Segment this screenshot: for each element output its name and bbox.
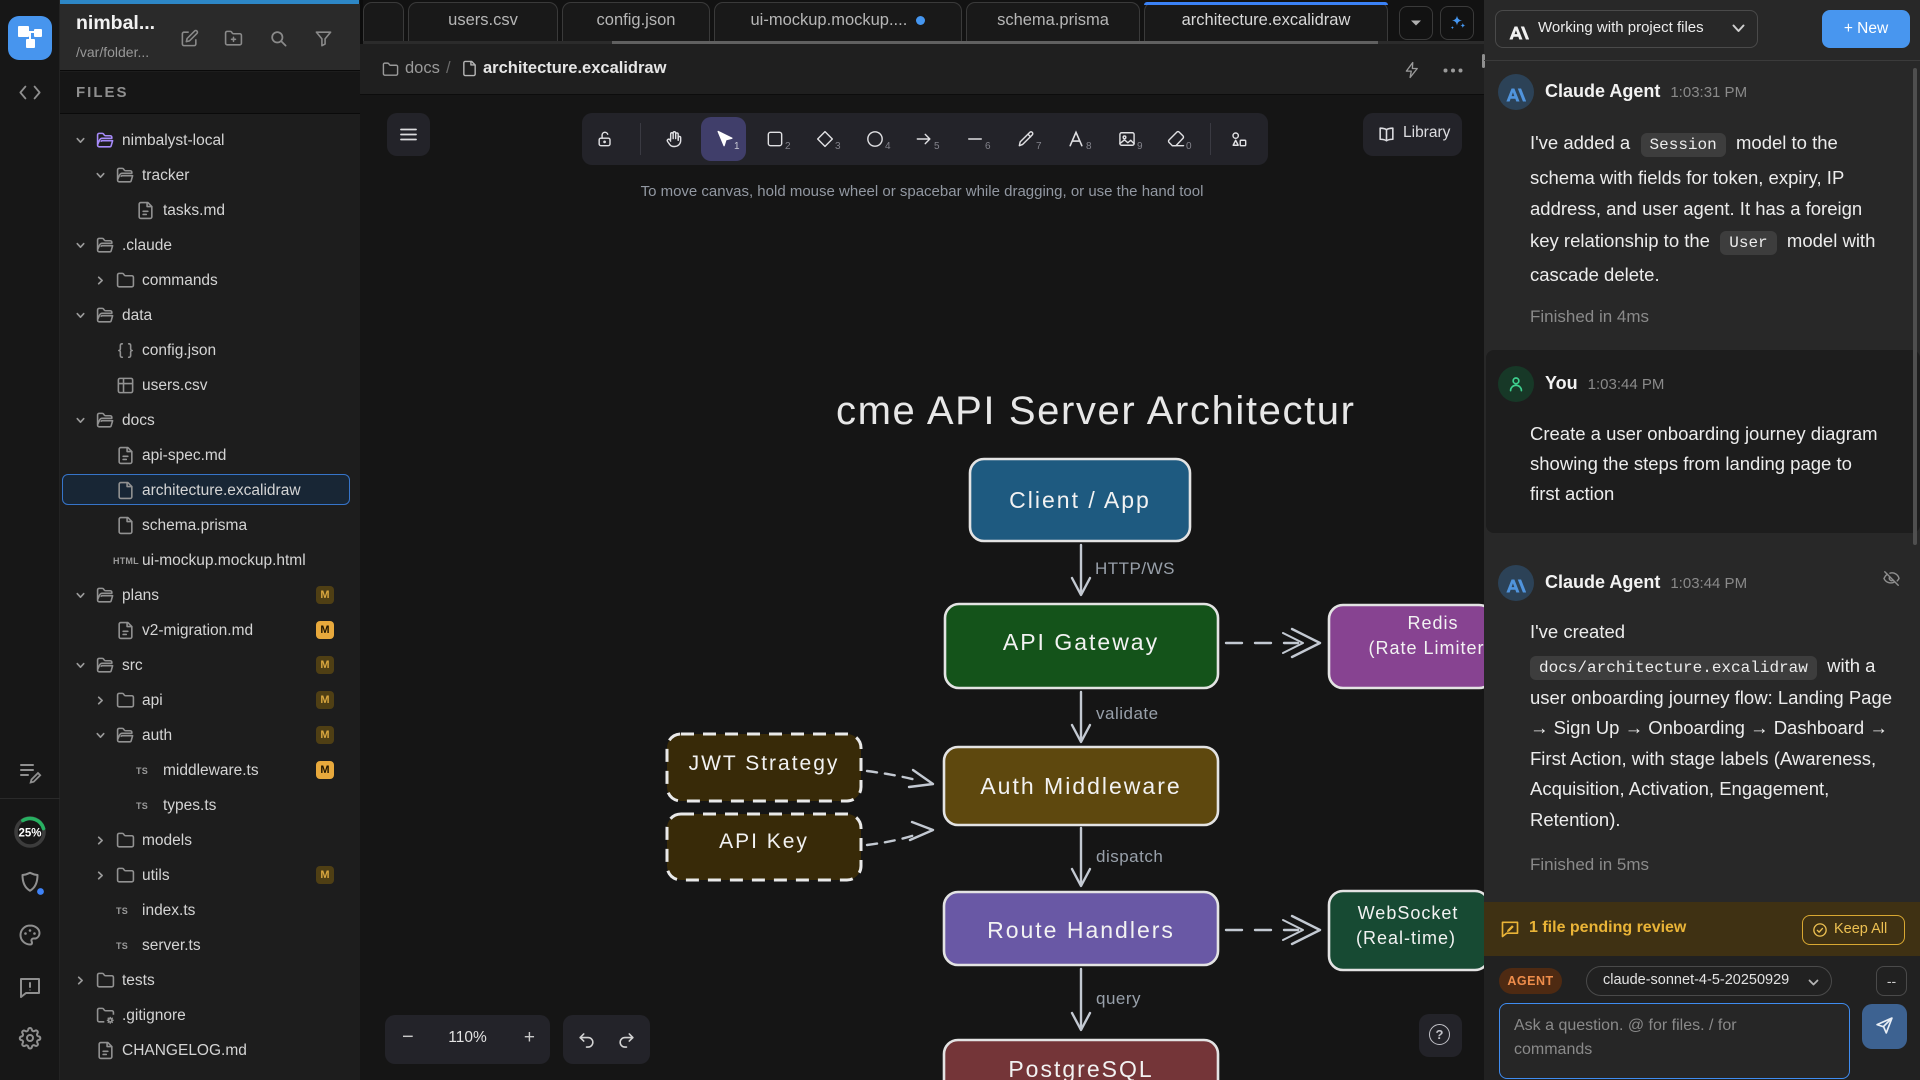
svg-text:Auth Middleware: Auth Middleware	[980, 773, 1181, 799]
svg-text:dispatch: dispatch	[1096, 847, 1163, 866]
svg-text:25%: 25%	[18, 828, 41, 840]
svg-text:cme API Server Architectur: cme API Server Architectur	[836, 389, 1356, 433]
svg-text:Route Handlers: Route Handlers	[987, 917, 1175, 943]
svg-text:(Real-time): (Real-time)	[1356, 928, 1456, 948]
svg-text:JWT Strategy: JWT Strategy	[689, 752, 840, 775]
svg-text:Redis: Redis	[1407, 613, 1458, 633]
svg-text:PostgreSQL: PostgreSQL	[1008, 1056, 1153, 1080]
svg-text:WebSocket: WebSocket	[1358, 903, 1459, 923]
svg-text:(Rate Limiter): (Rate Limiter)	[1368, 638, 1484, 658]
svg-text:API Key: API Key	[719, 830, 809, 853]
svg-text:Client / App: Client / App	[1009, 487, 1151, 513]
svg-text:HTTP/WS: HTTP/WS	[1095, 559, 1175, 578]
svg-text:validate: validate	[1096, 704, 1159, 723]
svg-text:API Gateway: API Gateway	[1003, 629, 1159, 655]
svg-text:query: query	[1096, 989, 1141, 1008]
